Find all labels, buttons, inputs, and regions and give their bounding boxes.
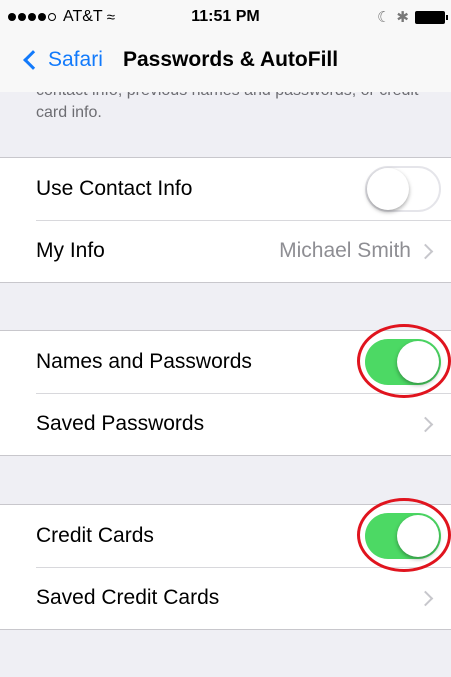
chevron-right-icon [417,416,434,432]
names-and-passwords-switch[interactable] [365,339,441,385]
back-button-label: Safari [48,48,103,71]
moon-icon: ☾ [376,9,391,26]
credit-cards-label: Credit Cards [36,524,154,547]
saved-passwords-label: Saved Passwords [36,412,205,435]
credit-cards-row: Credit Cards [0,505,451,567]
chevron-right-icon [417,590,434,606]
saved-credit-cards-row[interactable]: Saved Credit Cards [0,567,451,629]
status-bar: AT&T ≈ 11:51 PM ☾ ✱ [0,0,451,36]
my-info-value: Michael Smith [279,239,411,262]
chevron-right-icon [417,243,434,259]
settings-screen: AT&T ≈ 11:51 PM ☾ ✱ contact info, previo… [0,0,451,677]
saved-passwords-row[interactable]: Saved Passwords [0,393,451,455]
saved-credit-cards-label: Saved Credit Cards [36,586,220,609]
chevron-left-icon [23,50,43,70]
use-contact-info-row: Use Contact Info [0,158,451,220]
navigation-bar: Safari Passwords & AutoFill [0,36,451,92]
status-indicators: ☾ ✱ [376,8,448,26]
use-contact-info-label: Use Contact Info [36,177,193,200]
use-contact-info-switch[interactable] [365,166,441,212]
passwords-group: Names and Passwords Saved Passwords [0,330,451,456]
my-info-row[interactable]: My Info Michael Smith [0,220,451,282]
credit-cards-switch[interactable] [365,513,441,559]
contact-info-group: Use Contact Info My Info Michael Smith [0,157,451,283]
names-and-passwords-label: Names and Passwords [36,350,252,373]
switch-knob [367,168,409,210]
back-button[interactable]: Safari [22,48,103,72]
bluetooth-icon: ✱ [396,9,409,26]
battery-icon [415,10,448,24]
credit-cards-group: Credit Cards Saved Credit Cards [0,504,451,630]
page-title: Passwords & AutoFill [123,48,339,71]
my-info-label: My Info [36,239,105,262]
switch-knob [397,341,439,383]
switch-knob [397,515,439,557]
names-and-passwords-row: Names and Passwords [0,331,451,393]
